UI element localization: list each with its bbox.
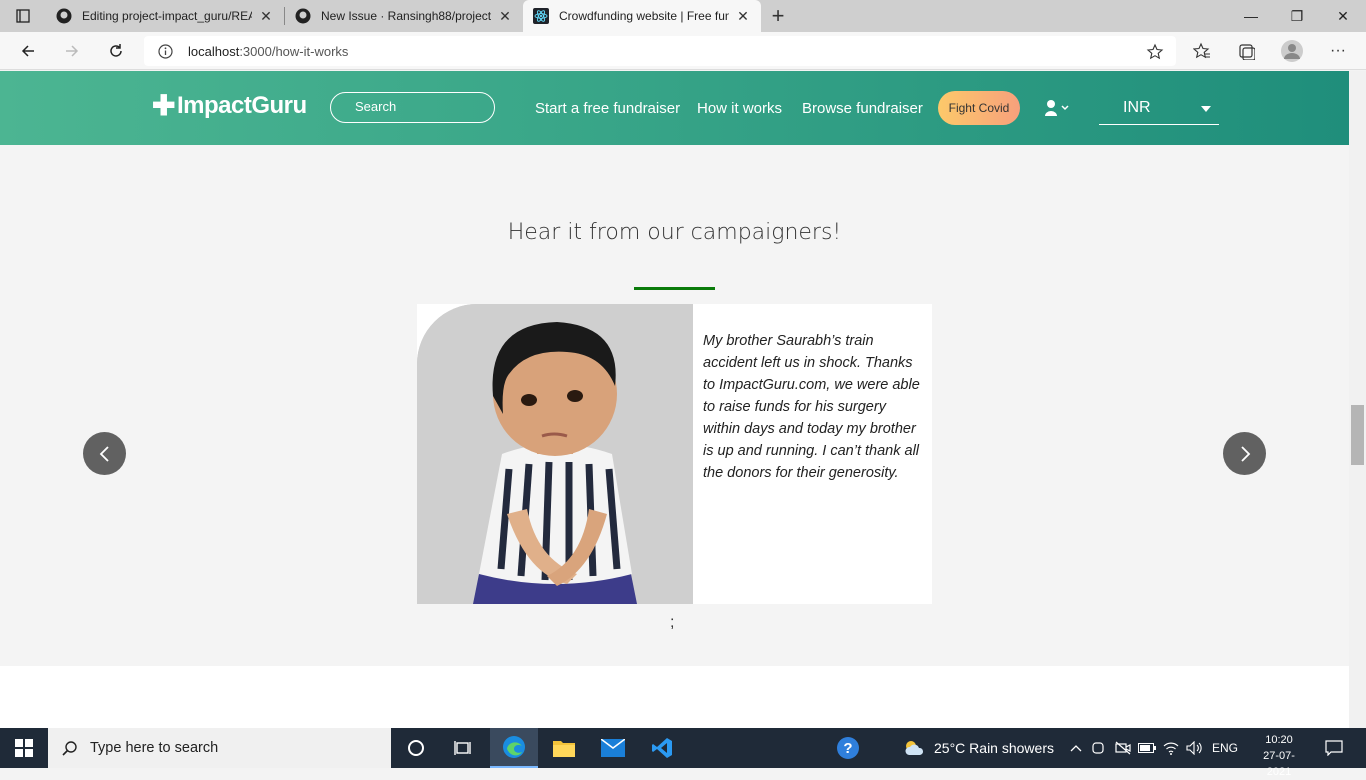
section-title: Hear it from our campaigners! — [507, 220, 842, 245]
weather-icon[interactable] — [890, 728, 938, 768]
url-path: :3000/how-it-works — [239, 43, 349, 59]
nav-start-fundraiser[interactable]: Start a free fundraiser — [535, 100, 680, 117]
windows-start-icon[interactable] — [0, 728, 48, 768]
carousel-next-button[interactable] — [1223, 432, 1266, 475]
volume-icon[interactable] — [1183, 728, 1205, 768]
help-icon[interactable]: ? — [824, 728, 872, 768]
tab-label: Crowdfunding website | Free fun — [559, 9, 729, 23]
minimize-icon[interactable]: — — [1228, 0, 1274, 32]
plus-icon: ✚ — [152, 90, 175, 121]
user-menu-icon[interactable] — [1044, 99, 1072, 117]
mail-icon[interactable] — [589, 728, 637, 768]
currency-value: INR — [1123, 99, 1151, 116]
wifi-icon[interactable] — [1160, 728, 1182, 768]
web-page: ✚ ImpactGuru Search Start a free fundrai… — [0, 71, 1349, 728]
back-icon[interactable] — [12, 36, 44, 66]
taskbar-search-placeholder: Type here to search — [90, 740, 219, 756]
language-indicator[interactable]: ENG — [1212, 741, 1238, 755]
chevron-up-icon[interactable] — [1066, 728, 1086, 768]
url-text: localhost:3000/how-it-works — [188, 44, 348, 59]
file-explorer-icon[interactable] — [540, 728, 588, 768]
title-underline — [634, 287, 715, 290]
browser-tab-bar: Editing project-impact_guru/REA ✕ New Is… — [0, 0, 1366, 32]
battery-icon[interactable] — [1136, 728, 1158, 768]
notifications-icon[interactable] — [1310, 728, 1358, 768]
camera-off-icon[interactable] — [1112, 728, 1134, 768]
clock-date: 27-07-2021 — [1263, 750, 1295, 778]
search-icon — [62, 741, 77, 756]
tab-label: New Issue · Ransingh88/project- — [321, 9, 491, 23]
currency-select[interactable]: INR — [1099, 93, 1219, 125]
testimonial-card: My brother Saurabh’s train accident left… — [417, 304, 932, 604]
url-host: localhost — [188, 43, 240, 59]
next-section — [0, 666, 1349, 728]
taskbar-clock[interactable]: 10:20 27-07-2021 — [1256, 732, 1302, 780]
tab-label: Editing project-impact_guru/REA — [82, 9, 252, 23]
site-header: ✚ ImpactGuru Search Start a free fundrai… — [0, 71, 1349, 145]
close-icon[interactable]: ✕ — [497, 8, 513, 25]
close-icon[interactable]: ✕ — [735, 8, 751, 25]
more-options-icon[interactable]: ··· — [1322, 36, 1354, 66]
edge-taskbar-icon[interactable] — [490, 728, 538, 768]
caret-down-icon — [1201, 106, 1211, 112]
github-icon — [295, 8, 311, 24]
chevron-right-icon — [1240, 445, 1250, 462]
taskbar-search-input[interactable]: Type here to search — [48, 728, 391, 768]
clock-time: 10:20 — [1265, 734, 1293, 746]
restore-icon[interactable]: ❐ — [1274, 0, 1320, 32]
forward-icon[interactable] — [56, 36, 88, 66]
nav-how-it-works[interactable]: How it works — [697, 100, 782, 117]
tab-editing-readme[interactable]: Editing project-impact_guru/REA ✕ — [46, 0, 284, 32]
fight-covid-button[interactable]: Fight Covid — [938, 91, 1020, 125]
meet-now-icon[interactable] — [1088, 728, 1108, 768]
close-window-icon[interactable]: ✕ — [1320, 0, 1366, 32]
campaigner-photo — [417, 304, 693, 604]
site-search-input[interactable]: Search — [330, 92, 495, 123]
page-scrollbar[interactable] — [1349, 71, 1366, 728]
task-view-icon[interactable] — [440, 728, 488, 768]
collections-icon[interactable] — [1230, 36, 1262, 66]
tab-crowdfunding[interactable]: Crowdfunding website | Free fun ✕ — [523, 0, 761, 32]
info-icon[interactable] — [158, 44, 173, 59]
react-icon — [533, 8, 549, 24]
scrollbar-thumb[interactable] — [1351, 405, 1364, 465]
logo-text: ImpactGuru — [176, 91, 307, 119]
vscode-icon[interactable] — [638, 728, 686, 768]
tab-actions-icon[interactable] — [0, 0, 46, 32]
windows-taskbar: Type here to search ? 25°C Rain showers — [0, 728, 1366, 778]
favorites-icon[interactable] — [1186, 36, 1218, 66]
github-icon — [56, 8, 72, 24]
cortana-icon[interactable] — [392, 728, 440, 768]
tab-new-issue[interactable]: New Issue · Ransingh88/project- ✕ — [285, 0, 523, 32]
carousel-prev-button[interactable] — [83, 432, 126, 475]
impactguru-logo[interactable]: ✚ ImpactGuru — [152, 89, 307, 122]
browser-toolbar: localhost:3000/how-it-works ··· — [0, 32, 1366, 70]
stray-text: ; — [670, 614, 675, 631]
nav-browse-fundraiser[interactable]: Browse fundraiser — [802, 100, 923, 117]
add-favorite-icon[interactable] — [1146, 43, 1164, 61]
close-icon[interactable]: ✕ — [258, 8, 274, 25]
testimonial-quote: My brother Saurabh’s train accident left… — [703, 333, 920, 481]
weather-text[interactable]: 25°C Rain showers — [934, 740, 1054, 756]
refresh-icon[interactable] — [100, 36, 132, 66]
svg-text:?: ? — [843, 740, 852, 757]
address-bar[interactable]: localhost:3000/how-it-works — [144, 36, 1176, 66]
profile-avatar[interactable] — [1276, 36, 1308, 66]
chevron-left-icon — [99, 445, 109, 462]
new-tab-button[interactable]: + — [761, 0, 795, 32]
